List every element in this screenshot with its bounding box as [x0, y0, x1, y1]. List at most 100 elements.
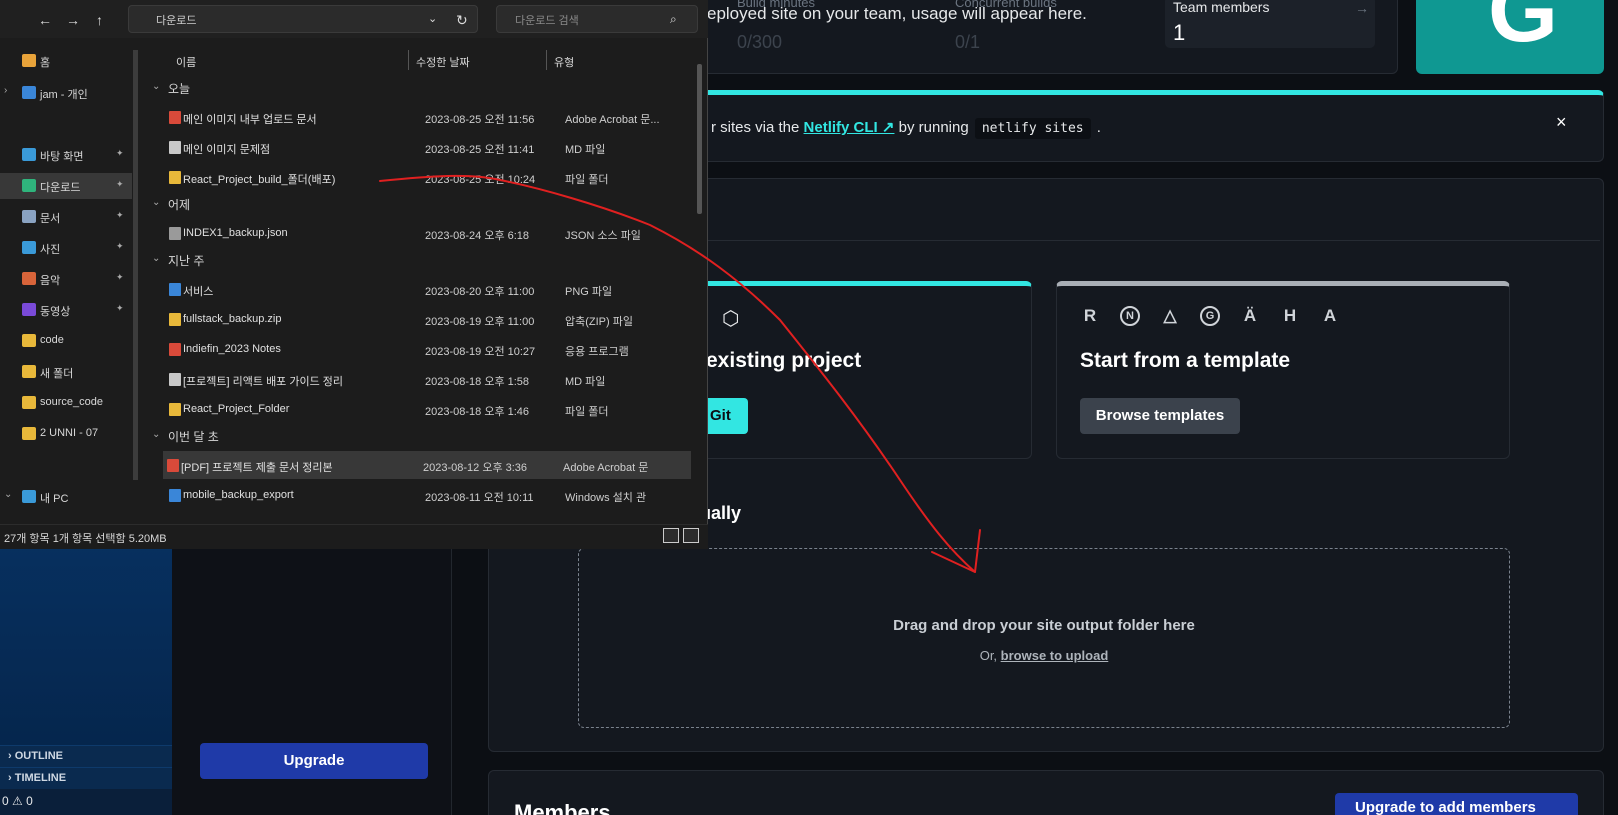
file-row[interactable]: mobile_backup_export 2023-08-11 오전 10:11 W… [165, 481, 693, 505]
nav-item-onedrive[interactable]: › jam - 개인 [0, 80, 132, 106]
file-date: 2023-08-25 오전 10:24 [425, 174, 536, 186]
home-icon [22, 54, 36, 67]
nav-item-downloads[interactable]: 다운로드 ✦ [0, 173, 132, 199]
nav-item-code[interactable]: code [0, 328, 132, 354]
group-last-week[interactable]: ⌄ 지난 주 [152, 252, 204, 274]
markdown-file-icon [169, 373, 181, 386]
nav-label: 문서 [40, 213, 61, 225]
back-icon[interactable]: ← [38, 12, 52, 28]
astro-icon: Ä [1243, 306, 1257, 325]
chevron-down-icon: ⌄ [152, 253, 161, 264]
nav-item-music[interactable]: 음악 ✦ [0, 266, 132, 292]
forward-icon[interactable]: → [66, 12, 80, 28]
computer-icon [22, 490, 36, 503]
file-row[interactable]: React_Project_build_폴더(배포) 2023-08-25 오전 … [165, 163, 693, 191]
nav-item-desktop[interactable]: 바탕 화면 ✦ [0, 142, 132, 168]
column-type[interactable]: 유형 [554, 54, 574, 70]
column-date[interactable]: 수정한 날짜 [416, 54, 470, 70]
netlify-cli-link[interactable]: Netlify CLI ↗ [804, 119, 895, 136]
file-date: 2023-08-12 오후 3:36 [423, 462, 528, 474]
outline-panel-header[interactable]: › OUTLINE [0, 745, 172, 767]
file-name: INDEX1_backup.json [183, 227, 288, 239]
nav-item-documents[interactable]: 문서 ✦ [0, 204, 132, 230]
group-label: 이번 달 초 [168, 430, 219, 444]
team-members-count: 1 [1173, 20, 1186, 45]
group-earlier-this-month[interactable]: ⌄ 이번 달 초 [152, 428, 219, 450]
nextjs-icon: N [1120, 306, 1140, 326]
desktop-icon [22, 148, 36, 161]
upgrade-add-members-button[interactable]: Upgrade to add members [1335, 793, 1578, 815]
file-row[interactable]: 서비스 2023-08-20 오후 11:00 PNG 파일 [165, 275, 693, 303]
installer-icon [169, 489, 181, 502]
file-date: 2023-08-24 오후 6:18 [425, 230, 530, 242]
status-bar[interactable]: 0 ⚠ 0 [0, 789, 172, 815]
build-minutes-value: 0/300 [737, 32, 783, 52]
image-file-icon [169, 283, 181, 296]
file-date: 2023-08-19 오전 10:27 [425, 346, 536, 358]
team-avatar-letter: G [1488, 0, 1559, 61]
cli-banner-text: r sites via the Netlify CLI ↗ by running… [711, 118, 1101, 139]
nav-item-new-folder[interactable]: 새 폴더 [0, 359, 132, 385]
close-icon[interactable]: × [1556, 112, 1567, 133]
nav-item-source-code[interactable]: source_code [0, 390, 132, 416]
file-row[interactable]: React_Project_Folder 2023-08-18 오후 1:46 파일… [165, 395, 693, 423]
file-list-scrollbar[interactable] [697, 64, 702, 214]
file-row[interactable]: fullstack_backup.zip 2023-08-19 오후 11:00 압… [165, 305, 693, 333]
pin-icon: ✦ [116, 210, 124, 220]
group-yesterday[interactable]: ⌄ 어제 [152, 196, 190, 218]
timeline-panel-header[interactable]: › TIMELINE [0, 767, 172, 789]
browse-to-upload-link[interactable]: browse to upload [1001, 648, 1109, 663]
file-row[interactable]: 메인 이미지 내부 업로드 문서 2023-08-25 오전 11:56 Adobe… [165, 103, 693, 131]
nav-scrollbar[interactable] [133, 50, 138, 480]
browse-templates-button[interactable]: Browse templates [1080, 398, 1240, 434]
pin-icon: ✦ [116, 179, 124, 189]
upgrade-button[interactable]: Upgrade [200, 743, 428, 779]
nuxt-icon: △ [1163, 306, 1177, 325]
tiles-view-icon[interactable] [683, 528, 699, 543]
group-label: 어제 [168, 198, 191, 212]
group-label: 지난 주 [168, 254, 205, 268]
drop-zone[interactable] [578, 548, 1510, 728]
cli-command-code: netlify sites [974, 118, 1091, 139]
screen: › OUTLINE › TIMELINE 0 ⚠ 0 Upgrade Build… [0, 0, 1618, 815]
file-row[interactable]: [프로젝트] 리액트 배포 가이드 정리 2023-08-18 오후 1:58 MD… [165, 365, 693, 393]
folder-icon [22, 365, 36, 378]
file-row[interactable]: INDEX1_backup.json 2023-08-24 오후 6:18 JSON… [165, 219, 693, 247]
file-date: 2023-08-20 오후 11:00 [425, 286, 535, 298]
file-name: 서비스 [183, 286, 214, 298]
framework-icons: R N △ G Ä H A [1080, 306, 1340, 326]
nav-item-folder[interactable]: 2 UNNI - 07 [0, 421, 132, 447]
refresh-icon[interactable]: ↻ [456, 12, 468, 29]
search-icon[interactable]: ⌕ [670, 12, 677, 27]
file-type: JSON 소스 파일 [565, 230, 641, 242]
file-type: Windows 설치 관 [565, 492, 647, 504]
chevron-down-icon: ⌄ [4, 489, 13, 500]
up-icon[interactable]: ↑ [96, 12, 103, 28]
template-card-title: Start from a template [1080, 349, 1291, 372]
problems-count[interactable]: 0 ⚠ 0 [2, 794, 33, 808]
file-row-selected[interactable]: [PDF] 프로젝트 제출 문서 정리본 2023-08-12 오후 3:36 Ad… [163, 451, 691, 479]
concurrent-builds-value: 0/1 [955, 32, 981, 52]
file-type: 파일 폴더 [565, 406, 609, 418]
nav-item-home[interactable]: 홈 [0, 48, 132, 74]
chevron-down-icon[interactable]: ⌄ [428, 12, 437, 25]
file-date: 2023-08-19 오후 11:00 [425, 316, 535, 328]
file-row[interactable]: 메인 이미지 문제점 2023-08-25 오전 11:41 MD 파일 [165, 133, 693, 161]
nav-item-pictures[interactable]: 사진 ✦ [0, 235, 132, 261]
nav-item-videos[interactable]: 동영상 ✦ [0, 297, 132, 323]
pin-icon: ✦ [116, 241, 124, 251]
folder-icon [22, 427, 36, 440]
folder-icon [169, 403, 181, 416]
column-separator[interactable] [408, 50, 409, 70]
picture-icon [22, 241, 36, 254]
file-date: 2023-08-11 오전 10:11 [425, 492, 534, 504]
file-row[interactable]: Indiefin_2023 Notes 2023-08-19 오전 10:27 응용… [165, 335, 693, 363]
markdown-file-icon [169, 141, 181, 154]
column-name[interactable]: 이름 [176, 54, 196, 70]
group-today[interactable]: ⌄ 오늘 [152, 80, 190, 102]
explorer-toolbar: ← → ↑ 다운로드 ⌄ ↻ 다운로드 검색 ⌕ [0, 0, 708, 38]
details-view-icon[interactable] [663, 528, 679, 543]
column-separator[interactable] [546, 50, 547, 70]
nav-item-this-pc[interactable]: ⌄ 내 PC [0, 484, 132, 510]
pdf-icon [169, 111, 181, 124]
